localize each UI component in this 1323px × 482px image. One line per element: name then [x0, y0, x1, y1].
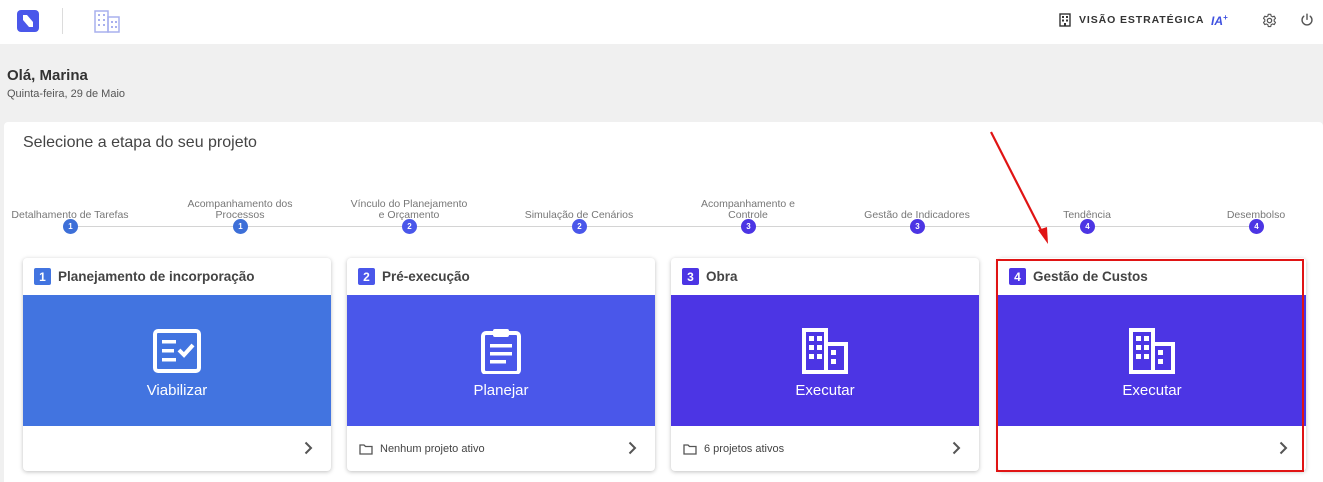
- step-label: Desembolso: [1226, 208, 1286, 221]
- logo-icon[interactable]: [17, 10, 39, 32]
- building-icon: [802, 328, 848, 374]
- card-action-label: Executar: [1122, 382, 1182, 399]
- step-detalhamento: Detalhamento de Tarefas 1: [10, 178, 130, 234]
- ia-label: IA: [1211, 14, 1223, 28]
- ia-button[interactable]: IA+: [1211, 13, 1228, 28]
- card-action-label: Planejar: [473, 382, 529, 399]
- top-bar: VISÃO ESTRATÉGICA IA+: [0, 0, 1323, 44]
- card-header: 4 Gestão de Custos: [998, 258, 1306, 295]
- stage-card-planejamento[interactable]: 1 Planejamento de incorporação Viabiliza…: [23, 258, 331, 471]
- step-dot: 3: [910, 219, 925, 234]
- stage-card-obra[interactable]: 3 Obra Executar 6 projetos ativos: [671, 258, 979, 471]
- step-acompanhamento-controle: Acompanhamento e Controle 3: [688, 178, 808, 234]
- chevron-right-icon[interactable]: [952, 441, 961, 455]
- clipboard-icon: [481, 329, 521, 374]
- step-label: Acompanhamento e Controle: [701, 198, 795, 221]
- ia-sup: +: [1223, 13, 1228, 22]
- card-header: 3 Obra: [671, 258, 979, 295]
- page-title: Selecione a etapa do seu projeto: [23, 134, 257, 151]
- card-action-area[interactable]: Viabilizar: [23, 295, 331, 426]
- card-action-area[interactable]: Executar: [671, 295, 979, 426]
- checklist-icon: [153, 329, 201, 373]
- card-footer: 6 projetos ativos: [671, 426, 979, 471]
- step-label: Tendência: [1063, 208, 1111, 221]
- active-projects-status: 6 projetos ativos: [704, 442, 785, 455]
- card-header: 2 Pré-execução: [347, 258, 655, 295]
- card-action-label: Executar: [795, 382, 855, 399]
- stage-card-gestao-custos[interactable]: 4 Gestão de Custos Executar: [998, 258, 1306, 471]
- step-vinculo: Vínculo do Planejamento e Orçamento 2: [349, 178, 469, 234]
- greeting: Olá, Marina: [7, 67, 88, 84]
- stage-number-badge: 4: [1009, 268, 1026, 285]
- card-action-area[interactable]: Executar: [998, 295, 1306, 426]
- step-dot: 1: [63, 219, 78, 234]
- card-title: Pré-execução: [382, 269, 470, 284]
- step-simulacao: Simulação de Cenários 2: [519, 178, 639, 234]
- card-footer: [23, 426, 331, 471]
- folder-icon: [359, 443, 373, 455]
- card-action-area[interactable]: Planejar: [347, 295, 655, 426]
- power-icon[interactable]: [1300, 13, 1314, 27]
- stage-number-badge: 1: [34, 268, 51, 285]
- card-title: Planejamento de incorporação: [58, 269, 255, 284]
- step-dot: 3: [741, 219, 756, 234]
- stage-card-pre-execucao[interactable]: 2 Pré-execução Planejar Nenhum projeto a…: [347, 258, 655, 471]
- stage-number-badge: 2: [358, 268, 375, 285]
- folder-icon: [683, 443, 697, 455]
- strategic-view-label: VISÃO ESTRATÉGICA: [1079, 14, 1205, 26]
- current-date: Quinta-feira, 29 de Maio: [7, 88, 126, 100]
- step-tendencia: Tendência 4: [1027, 178, 1147, 234]
- step-label: Acompanhamento dos Processos: [187, 198, 293, 221]
- strategic-view-button[interactable]: VISÃO ESTRATÉGICA: [1059, 13, 1204, 27]
- building-icon[interactable]: [93, 9, 121, 33]
- building-icon: [1129, 328, 1175, 374]
- building-icon: [1059, 13, 1071, 27]
- card-footer: [998, 426, 1306, 471]
- gear-icon[interactable]: [1262, 13, 1277, 28]
- header-divider: [62, 8, 63, 34]
- card-title: Obra: [706, 269, 738, 284]
- chevron-right-icon[interactable]: [628, 441, 637, 455]
- step-label: Simulação de Cenários: [524, 208, 634, 221]
- step-label: Vínculo do Planejamento e Orçamento: [350, 198, 468, 221]
- stage-number-badge: 3: [682, 268, 699, 285]
- chevron-right-icon[interactable]: [1279, 441, 1288, 455]
- card-action-label: Viabilizar: [146, 382, 208, 399]
- step-label: Gestão de Indicadores: [864, 208, 970, 221]
- step-dot: 1: [233, 219, 248, 234]
- card-title: Gestão de Custos: [1033, 269, 1148, 284]
- step-indicadores: Gestão de Indicadores 3: [857, 178, 977, 234]
- step-dot: 4: [1080, 219, 1095, 234]
- step-dot: 2: [402, 219, 417, 234]
- step-desembolso: Desembolso 4: [1196, 178, 1316, 234]
- step-dot: 4: [1249, 219, 1264, 234]
- active-projects-status: Nenhum projeto ativo: [380, 442, 485, 455]
- card-footer: Nenhum projeto ativo: [347, 426, 655, 471]
- step-dot: 2: [572, 219, 587, 234]
- card-header: 1 Planejamento de incorporação: [23, 258, 331, 295]
- step-label: Detalhamento de Tarefas: [11, 208, 129, 221]
- chevron-right-icon[interactable]: [304, 441, 313, 455]
- step-acompanhamento-processos: Acompanhamento dos Processos 1: [180, 178, 300, 234]
